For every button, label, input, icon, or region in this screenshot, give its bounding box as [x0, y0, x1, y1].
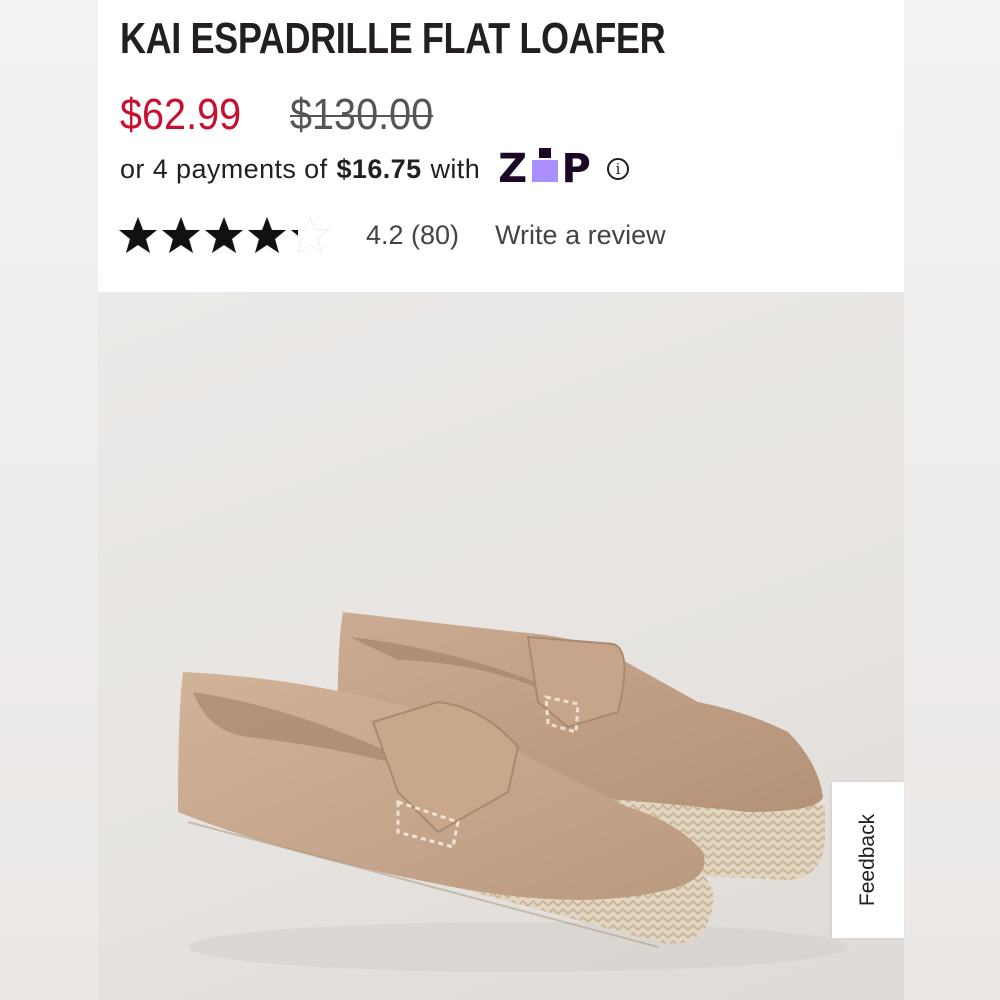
product-info-panel: KAI ESPADRILLE FLAT LOAFER $62.99 $130.0… — [98, 0, 904, 292]
payment-amount: $16.75 — [336, 153, 422, 184]
feedback-label: Feedback — [856, 813, 879, 907]
background-right — [904, 0, 1000, 1000]
zip-logo-p: P — [561, 146, 592, 192]
feedback-tab[interactable]: Feedback — [832, 782, 904, 938]
original-price: $130.00 — [290, 90, 434, 139]
star-icon — [118, 215, 158, 255]
loafer-illustration — [178, 612, 848, 972]
star-icon — [290, 215, 330, 255]
star-icon — [161, 215, 201, 255]
rating-row: 4.2 (80) Write a review — [118, 215, 666, 255]
product-image[interactable] — [98, 292, 904, 1000]
star-rating — [118, 215, 340, 255]
background-left — [0, 0, 98, 1000]
price-row: $62.99 $130.00 — [120, 90, 449, 140]
info-icon[interactable]: i — [607, 158, 630, 180]
rating-summary: 4.2 (80) — [366, 219, 460, 250]
star-icon — [247, 215, 287, 255]
zip-logo-z: Z — [498, 146, 528, 192]
star-icon — [204, 215, 244, 255]
zip-logo[interactable]: ZP — [498, 146, 592, 192]
zip-logo-i — [531, 148, 558, 182]
sale-price: $62.99 — [120, 90, 242, 139]
installment-payments: or 4 payments of $16.75 with ZP i — [120, 146, 630, 192]
payments-prefix: or 4 payments of — [120, 153, 328, 184]
write-review-link[interactable]: Write a review — [495, 220, 666, 251]
payments-suffix: with — [430, 153, 481, 184]
product-title: KAI ESPADRILLE FLAT LOAFER — [120, 14, 666, 63]
